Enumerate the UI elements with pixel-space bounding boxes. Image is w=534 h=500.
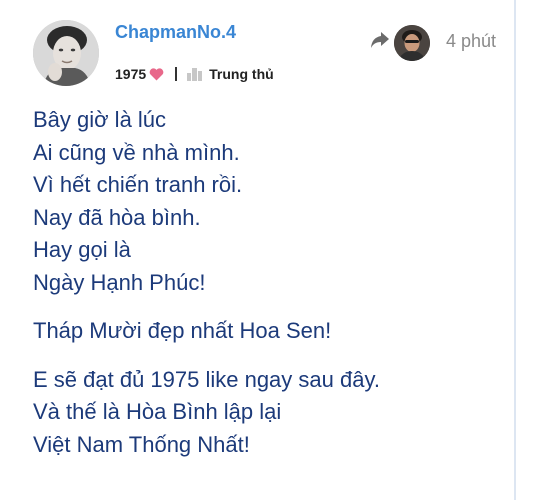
post-content: Bây giờ là lúc Ai cũng về nhà mình. Vì h… bbox=[33, 104, 503, 461]
username[interactable]: ChapmanNo.4 bbox=[115, 22, 236, 43]
reply-to-avatar[interactable] bbox=[394, 25, 430, 61]
user-meta: 1975 Trung thủ bbox=[115, 64, 274, 84]
reply-arrow-icon[interactable] bbox=[370, 31, 390, 49]
post-paragraph: E sẽ đạt đủ 1975 like ngay sau đây. Và t… bbox=[33, 366, 380, 457]
heart-icon bbox=[149, 67, 164, 81]
post-paragraph: Tháp Mười đẹp nhất Hoa Sen! bbox=[33, 318, 332, 343]
meta-separator bbox=[175, 67, 178, 81]
user-title: 1975 bbox=[115, 66, 147, 82]
post-paragraph: Bây giờ là lúc Ai cũng về nhà mình. Vì h… bbox=[33, 107, 243, 295]
user-avatar[interactable] bbox=[33, 20, 99, 86]
avatar-portrait bbox=[33, 20, 99, 86]
post-time[interactable]: 4 phút bbox=[446, 31, 496, 52]
topic-right-border bbox=[514, 0, 516, 500]
reply-avatar-portrait bbox=[394, 25, 430, 61]
badge-label[interactable]: Trung thủ bbox=[209, 66, 274, 82]
badge-icon bbox=[186, 67, 203, 81]
